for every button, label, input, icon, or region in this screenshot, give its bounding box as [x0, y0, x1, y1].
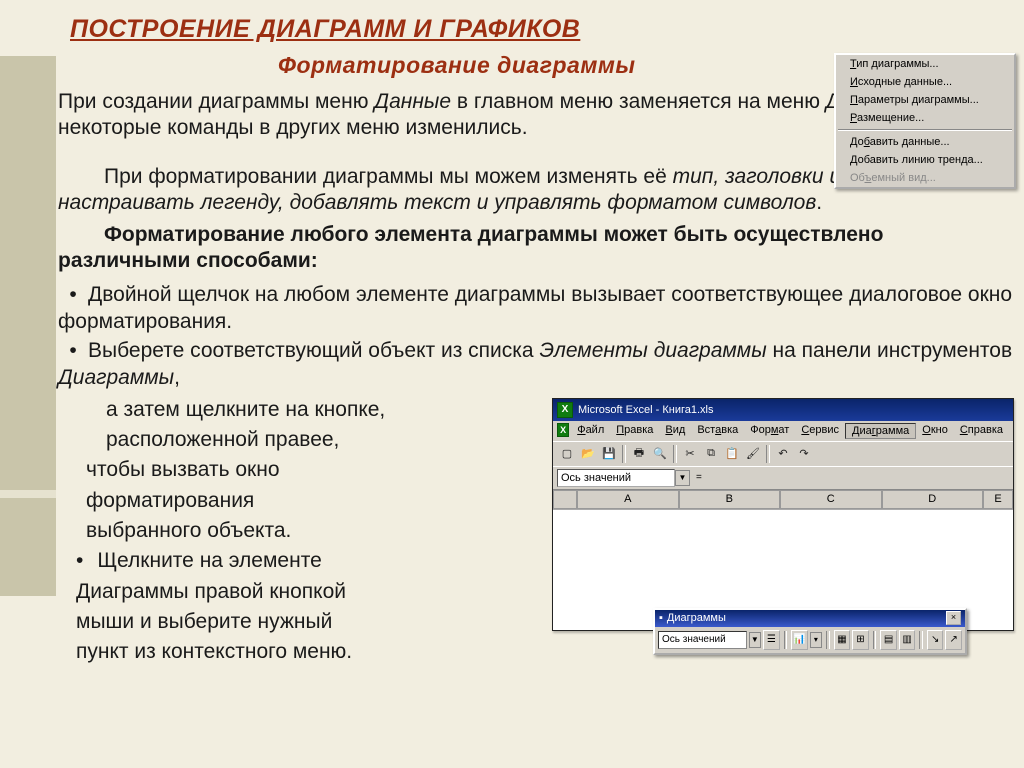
left-continuation: а затем щелкните на кнопке, расположенно…	[58, 396, 552, 669]
menu-chart[interactable]: Диаграмма	[845, 423, 916, 439]
close-icon[interactable]: ×	[946, 611, 961, 625]
sheet-area[interactable]: ▪ Диаграммы × Ось значений ▼ ☰ 📊 ▾ ▦ ⊞	[553, 509, 1013, 630]
preview-icon[interactable]: 🔍	[650, 444, 670, 464]
name-box[interactable]: Ось значений	[557, 469, 675, 487]
copy-icon[interactable]: ⧉	[701, 444, 721, 464]
menu-location[interactable]: Размещение...	[836, 109, 1014, 127]
excel-app-icon: X	[557, 402, 573, 418]
menu-edit[interactable]: Правка	[610, 423, 659, 439]
menu-view[interactable]: Вид	[659, 423, 691, 439]
menu-source-data[interactable]: Исходные данные...	[836, 73, 1014, 91]
menu-bar: X Файл Правка Вид Вставка Формат Сервис …	[553, 421, 1013, 441]
menu-3d-view: Объемный вид...	[836, 169, 1014, 187]
by-column-icon[interactable]: ▥	[899, 630, 916, 650]
undo-icon[interactable]: ↶	[773, 444, 793, 464]
doc-icon: X	[557, 423, 569, 437]
fx-label: =	[696, 472, 702, 483]
decorative-sidebar	[0, 0, 56, 768]
menu-format[interactable]: Формат	[744, 423, 795, 439]
column-headers: A B C D E	[553, 489, 1013, 509]
formula-bar: Ось значений ▼ =	[553, 466, 1013, 489]
menu-insert[interactable]: Вставка	[691, 423, 744, 439]
data-table-icon[interactable]: ⊞	[852, 630, 869, 650]
bullet-2: Выберете соответствующий объект из списк…	[58, 339, 1012, 389]
bullet-1: Двойной щелчок на любом элементе диаграм…	[58, 283, 1012, 333]
legend-icon[interactable]: ▦	[834, 630, 851, 650]
col-d[interactable]: D	[882, 490, 984, 509]
redo-icon[interactable]: ↷	[794, 444, 814, 464]
format-painter-icon[interactable]: 🖌	[743, 444, 763, 464]
window-titlebar: X Microsoft Excel - Книга1.xls	[553, 399, 1013, 421]
menu-add-data[interactable]: Добавить данные...	[836, 133, 1014, 151]
col-a[interactable]: A	[577, 490, 679, 509]
chart-element-select[interactable]: Ось значений	[658, 631, 747, 649]
menu-tools[interactable]: Сервис	[795, 423, 845, 439]
open-icon[interactable]: 📂	[578, 444, 598, 464]
angle-text-up-icon[interactable]: ↗	[945, 630, 962, 650]
paste-icon[interactable]: 📋	[722, 444, 742, 464]
select-all-corner[interactable]	[553, 490, 577, 509]
menu-window[interactable]: Окно	[916, 423, 954, 439]
menu-chart-options[interactable]: Параметры диаграммы...	[836, 91, 1014, 109]
format-object-icon[interactable]: ☰	[763, 630, 780, 650]
body-heading: Форматирование любого элемента диаграммы…	[58, 222, 1016, 275]
by-row-icon[interactable]: ▤	[880, 630, 897, 650]
chart-toolbar: ▪ Диаграммы × Ось значений ▼ ☰ 📊 ▾ ▦ ⊞	[653, 608, 967, 655]
cut-icon[interactable]: ✂	[680, 444, 700, 464]
name-box-arrow-icon[interactable]: ▼	[675, 470, 690, 486]
col-e[interactable]: E	[983, 490, 1013, 509]
col-b[interactable]: B	[679, 490, 781, 509]
chart-menu-dropdown: Тип диаграммы... Исходные данные... Пара…	[834, 53, 1016, 189]
chart-type-icon[interactable]: 📊	[791, 630, 808, 650]
angle-text-down-icon[interactable]: ↘	[927, 630, 944, 650]
print-icon[interactable]: 🖶	[629, 444, 649, 464]
bullet-list: •Двойной щелчок на любом элементе диагра…	[58, 281, 1016, 392]
col-c[interactable]: C	[780, 490, 882, 509]
chart-type-arrow-icon[interactable]: ▾	[810, 632, 822, 648]
menu-chart-type[interactable]: Тип диаграммы...	[836, 55, 1014, 73]
new-icon[interactable]: ▢	[557, 444, 577, 464]
menu-file[interactable]: Файл	[571, 423, 610, 439]
save-icon[interactable]: 💾	[599, 444, 619, 464]
window-title: Microsoft Excel - Книга1.xls	[578, 404, 713, 416]
page-title: ПОСТРОЕНИЕ ДИАГРАММ И ГРАФИКОВ	[70, 15, 1016, 44]
chart-toolbar-title: Диаграммы	[667, 612, 726, 624]
menu-help[interactable]: Справка	[954, 423, 1009, 439]
excel-screenshot: X Microsoft Excel - Книга1.xls X Файл Пр…	[552, 398, 1014, 631]
chart-select-arrow-icon[interactable]: ▼	[749, 632, 761, 648]
menu-add-trendline[interactable]: Добавить линию тренда...	[836, 151, 1014, 169]
standard-toolbar: ▢ 📂 💾 🖶 🔍 ✂ ⧉ 📋 🖌 ↶ ↷	[553, 441, 1013, 466]
